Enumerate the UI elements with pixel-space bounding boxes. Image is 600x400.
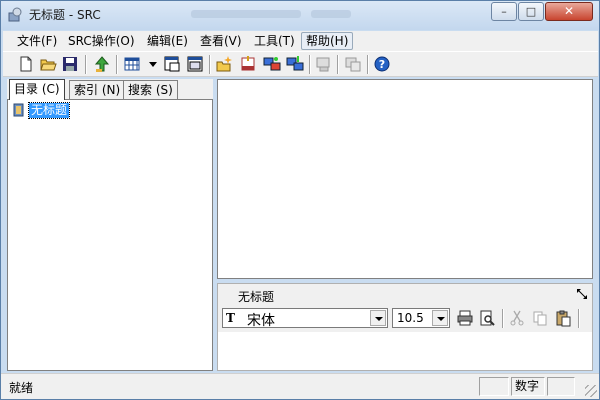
svg-text:?: ?: [379, 58, 385, 71]
toolbar-separator: [578, 309, 580, 328]
tab-index[interactable]: 索引 (N): [69, 80, 126, 99]
tab-search[interactable]: 搜索 (S): [123, 80, 178, 99]
help-icon[interactable]: ?: [373, 55, 391, 73]
copy-icon[interactable]: [531, 309, 549, 327]
disabled-a-icon[interactable]: [315, 55, 333, 73]
toolbar-separator: [309, 55, 311, 74]
content-pane[interactable]: [217, 79, 593, 279]
new-project-icon[interactable]: [215, 55, 233, 73]
toolbar-separator: [502, 309, 504, 328]
app-window: 无标题 - SRC – □ ✕ 文件(F) SRC操作(O) 编辑(E) 查看(…: [0, 0, 600, 400]
font-name-select[interactable]: T 宋体: [222, 308, 388, 329]
view-grid-icon[interactable]: [123, 55, 141, 73]
status-cell-empty-2: [547, 377, 575, 396]
font-size-value: 10.5: [397, 311, 424, 325]
menu-view[interactable]: 查看(V): [196, 32, 246, 50]
blurred-title-area-2: [311, 10, 351, 18]
print-icon[interactable]: [456, 309, 474, 327]
print-preview-icon[interactable]: [478, 309, 496, 327]
left-pane: 目录 (C) 索引 (N) 搜索 (S) 无标题: [7, 79, 213, 371]
paste-icon[interactable]: [554, 309, 572, 327]
blurred-title-area: [191, 10, 301, 18]
menu-bar: 文件(F) SRC操作(O) 编辑(E) 查看(V) 工具(T) 帮助(H): [3, 31, 598, 51]
window-b-icon[interactable]: [186, 55, 204, 73]
editor-title: 无标题: [238, 290, 275, 304]
menu-edit[interactable]: 编辑(E): [143, 32, 192, 50]
toolbar-separator: [116, 55, 118, 74]
status-bar: 就绪 数字: [1, 373, 599, 399]
tree-item-label[interactable]: 无标题: [27, 101, 71, 119]
tab-contents[interactable]: 目录 (C): [9, 79, 65, 100]
toolbar-separator: [367, 55, 369, 74]
status-text: 就绪: [9, 381, 34, 395]
src-compile-icon[interactable]: [239, 55, 257, 73]
maximize-button[interactable]: □: [518, 2, 544, 21]
disabled-b-icon[interactable]: [344, 55, 362, 73]
up-arrow-icon[interactable]: [93, 55, 111, 73]
editor-pane: 无标题 T 宋体 10.5: [217, 283, 593, 371]
window-title: 无标题 - SRC: [29, 8, 101, 22]
close-button[interactable]: ✕: [545, 2, 593, 21]
status-num-indicator: 数字: [511, 377, 545, 396]
window-a-icon[interactable]: [163, 55, 181, 73]
network-b-icon[interactable]: [286, 55, 304, 73]
expand-icon[interactable]: [576, 288, 588, 300]
toolbar-separator: [85, 55, 87, 74]
menu-tools[interactable]: 工具(T): [250, 32, 299, 50]
status-cell-empty: [479, 377, 509, 396]
network-a-icon[interactable]: [263, 55, 281, 73]
open-folder-icon[interactable]: [39, 55, 57, 73]
new-document-icon[interactable]: [17, 55, 35, 73]
menu-help[interactable]: 帮助(H): [301, 32, 354, 50]
save-icon[interactable]: [61, 55, 79, 73]
cut-icon[interactable]: [508, 309, 526, 327]
font-size-select[interactable]: 10.5: [392, 308, 450, 328]
contents-tree: 无标题: [7, 99, 213, 371]
toolbar: ?: [3, 51, 598, 77]
tree-item[interactable]: 无标题: [12, 101, 71, 119]
menu-file[interactable]: 文件(F): [13, 32, 61, 50]
editor-area[interactable]: [218, 332, 592, 370]
chevron-down-icon[interactable]: [432, 310, 448, 326]
tab-strip: 目录 (C) 索引 (N) 搜索 (S): [7, 79, 213, 100]
book-icon: [13, 103, 24, 117]
font-name-value: 宋体: [247, 313, 275, 329]
truetype-font-icon: T: [226, 311, 235, 325]
dropdown-arrow-icon[interactable]: [144, 55, 157, 73]
chevron-down-icon[interactable]: [370, 310, 386, 326]
title-bar[interactable]: 无标题 - SRC – □ ✕: [1, 1, 599, 30]
minimize-button[interactable]: –: [491, 2, 517, 21]
menu-src-operation[interactable]: SRC操作(O): [64, 32, 139, 50]
resize-grip[interactable]: [585, 385, 597, 397]
toolbar-separator: [209, 55, 211, 74]
toolbar-separator: [337, 55, 339, 74]
app-icon: [8, 7, 22, 22]
